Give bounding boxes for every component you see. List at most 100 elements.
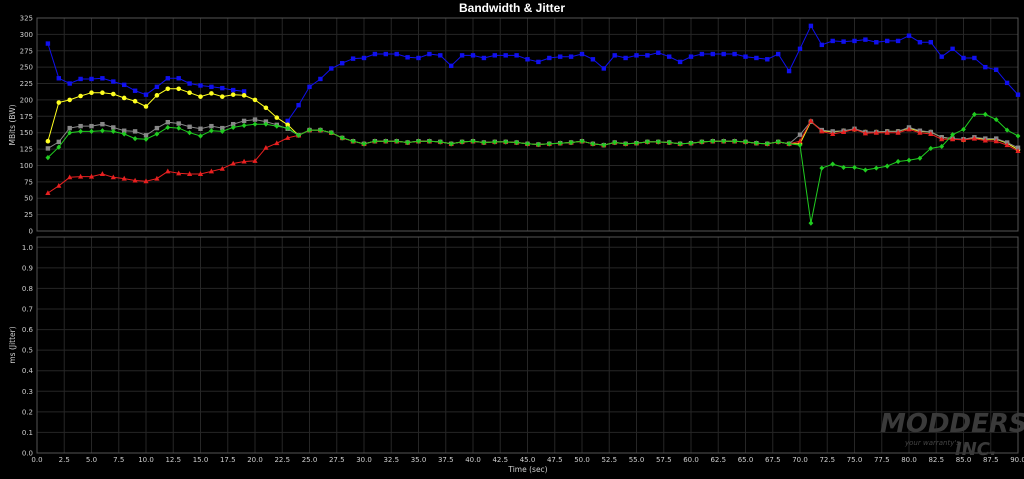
data-point	[884, 163, 890, 169]
data-point	[220, 85, 225, 91]
data-point	[710, 51, 715, 57]
data-point	[45, 190, 51, 195]
top-y-tick-labels: 0 25 50 75 100 125 150 175 200 225 250 275 300 325	[20, 15, 33, 236]
data-point	[699, 51, 705, 57]
data-point	[732, 51, 737, 57]
data-point	[187, 124, 192, 129]
x-tick-labels: 0.0 2.5 5.0 7.5 10.0 12.5 15.0 17.5 20.0 22.5 25.0…	[31, 456, 1024, 464]
data-point	[765, 57, 770, 62]
data-point	[67, 81, 72, 86]
data-point	[972, 55, 977, 61]
x-tick-label: 45.0	[520, 456, 536, 464]
data-point	[56, 76, 61, 81]
x-tick-label: 90.0	[1010, 456, 1024, 464]
data-point	[449, 63, 454, 69]
data-point	[165, 76, 170, 81]
data-point	[503, 53, 508, 58]
data-point	[252, 117, 258, 122]
data-point	[383, 51, 388, 57]
x-tick-label: 0.0	[31, 456, 42, 464]
data-point	[252, 97, 258, 103]
data-point	[863, 167, 868, 173]
data-point	[100, 76, 105, 81]
x-tick-label: 75.0	[847, 456, 863, 464]
data-point	[808, 220, 814, 226]
data-point	[906, 33, 912, 38]
series-layer	[45, 23, 1021, 226]
data-point	[78, 76, 83, 82]
data-point	[895, 158, 901, 165]
data-point	[416, 55, 421, 61]
data-point	[143, 104, 149, 109]
data-point	[132, 98, 138, 104]
top-y-tick-label: 275	[20, 47, 33, 55]
data-point	[45, 138, 51, 144]
bottom-y-axis-label: ms (Jitter)	[8, 326, 17, 363]
watermark-modders: MODDERS	[880, 409, 1024, 439]
data-point	[819, 42, 824, 48]
data-point	[154, 131, 160, 137]
data-point	[841, 39, 846, 44]
data-point	[797, 46, 803, 52]
data-point	[459, 53, 465, 58]
x-tick-label: 80.0	[901, 456, 917, 464]
top-y-tick-label: 125	[20, 146, 33, 154]
top-y-tick-label: 0	[29, 228, 33, 236]
data-point	[198, 133, 203, 139]
data-point	[950, 46, 955, 52]
data-point	[340, 61, 345, 66]
data-point	[873, 165, 879, 171]
data-point	[143, 92, 149, 97]
data-point	[154, 175, 160, 181]
data-point	[67, 97, 72, 103]
data-point	[470, 53, 476, 58]
data-point	[405, 55, 410, 60]
data-point	[176, 76, 181, 81]
x-tick-label: 67.5	[765, 456, 781, 464]
data-point	[78, 123, 83, 129]
data-point	[350, 56, 356, 61]
data-point	[56, 100, 62, 105]
data-point	[209, 123, 214, 129]
data-point	[198, 126, 203, 131]
top-y-axis-label: MBits (BW)	[8, 104, 17, 145]
x-tick-label: 42.5	[492, 456, 508, 464]
data-point	[132, 135, 138, 142]
x-tick-label: 37.5	[438, 456, 454, 464]
top-y-tick-label: 50	[24, 195, 33, 203]
data-point	[89, 76, 94, 82]
data-point	[187, 90, 192, 96]
data-point	[45, 146, 51, 151]
data-point	[917, 40, 923, 45]
data-point	[427, 51, 432, 57]
x-tick-label: 47.5	[547, 456, 563, 464]
bottom-y-tick-label: 0.8	[22, 285, 33, 293]
data-point	[78, 128, 83, 134]
data-point	[786, 68, 792, 74]
data-point	[132, 88, 138, 93]
data-point	[230, 92, 236, 97]
series-line	[47, 88, 1019, 151]
data-point	[721, 51, 726, 57]
data-point	[56, 139, 61, 145]
data-point	[928, 40, 933, 45]
data-point	[677, 59, 683, 65]
bottom-y-tick-labels: 0.00.10.20.30.40.50.60.70.80.91.0	[22, 244, 34, 458]
bottom-y-tick-label: 0.1	[22, 429, 33, 437]
data-point	[481, 55, 487, 61]
data-point	[623, 55, 628, 61]
data-point	[198, 94, 203, 99]
data-point	[939, 54, 944, 59]
data-point	[819, 165, 825, 171]
data-point	[231, 87, 236, 93]
data-point	[830, 38, 835, 44]
data-point	[263, 105, 269, 111]
data-point	[994, 67, 999, 72]
x-axis-label: Time (sec)	[507, 465, 547, 474]
top-y-tick-label: 225	[20, 80, 33, 88]
data-point	[329, 66, 334, 71]
data-point	[296, 102, 301, 108]
x-tick-label: 55.0	[629, 456, 645, 464]
top-y-tick-label: 100	[20, 162, 33, 170]
chart-title: Bandwidth & Jitter	[459, 1, 565, 15]
